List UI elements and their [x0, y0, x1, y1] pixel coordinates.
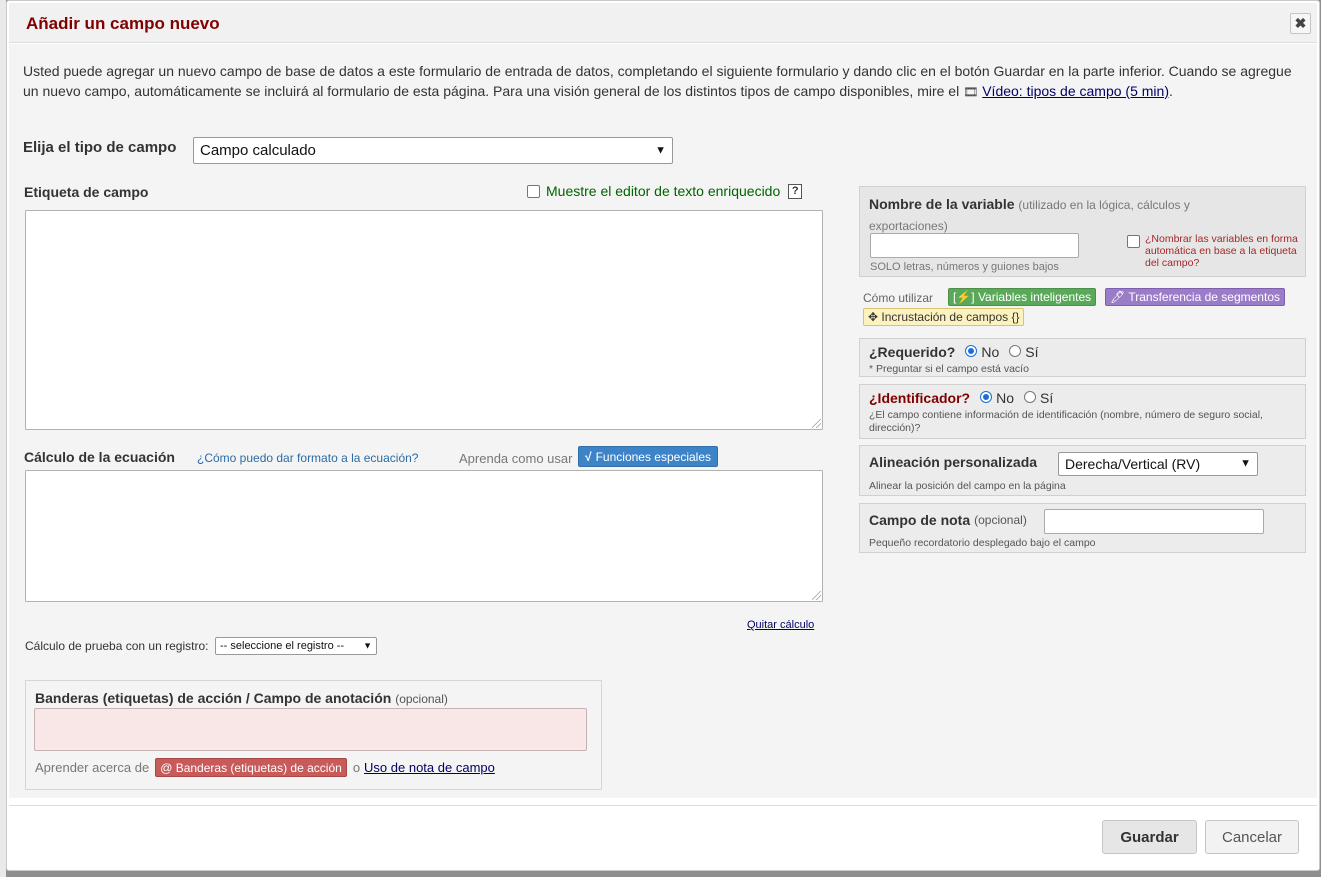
rich-text-toggle: Muestre el editor de texto enriquecido ? [527, 183, 803, 199]
field-type-select[interactable]: Campo calculado ▼ [193, 137, 673, 164]
rich-text-checkbox[interactable] [527, 184, 540, 198]
how-to-use-label: Cómo utilizar [863, 291, 934, 305]
alignment-select[interactable]: Derecha/Vertical (RV) ▼ [1058, 452, 1258, 476]
rich-text-label[interactable]: Muestre el editor de texto enriquecido [546, 183, 780, 199]
auto-name-label[interactable]: ¿Nombrar las variables en forma automáti… [1145, 233, 1305, 269]
alignment-value: Derecha/Vertical (RV) [1065, 456, 1201, 472]
chevron-down-icon: ▼ [363, 640, 372, 651]
special-functions-button[interactable]: √ Funciones especiales [578, 446, 718, 467]
action-tags-badge-button[interactable]: @ Banderas (etiquetas) de acción [155, 758, 347, 777]
field-note-input[interactable] [1044, 509, 1264, 534]
test-record-select[interactable]: -- seleccione el registro -- ▼ [215, 637, 377, 655]
field-note-panel: Campo de nota (opcional) Pequeño recorda… [859, 503, 1306, 553]
field-type-value: Campo calculado [200, 142, 316, 159]
cancel-button[interactable]: Cancelar [1205, 820, 1299, 854]
action-tags-panel: Banderas (etiquetas) de acción / Campo d… [25, 680, 602, 790]
remove-calc-link[interactable]: Quitar cálculo [747, 619, 814, 631]
sqrt-icon: √ [585, 449, 592, 464]
chevron-down-icon: ▼ [1240, 457, 1251, 470]
field-note-title: Campo de nota (opcional) [869, 512, 1027, 528]
variable-name-hint: SOLO letras, números y guiones bajos [870, 261, 1059, 273]
piping-button[interactable]: 🖊 Transferencia de segmentos [1105, 288, 1285, 306]
intro-text: Usted puede agregar un nuevo campo de ba… [23, 61, 1293, 102]
identifier-subtext: ¿El campo contiene información de identi… [869, 409, 1263, 434]
intro-end: . [1168, 83, 1173, 99]
field-label-heading: Etiqueta de campo [24, 184, 149, 200]
dialog-content: Usted puede agregar un nuevo campo de ba… [9, 44, 1317, 798]
calc-format-help-link[interactable]: ¿Cómo puedo dar formato a la ecuación? [197, 451, 418, 465]
required-subtext: * Preguntar si el campo está vacío [869, 363, 1029, 375]
action-tags-input[interactable] [34, 708, 587, 751]
test-record-value: -- seleccione el registro -- [220, 640, 345, 652]
identifier-title: ¿Identificador? No Sí [869, 390, 1053, 406]
test-calc-label: Cálculo de prueba con un registro: [25, 639, 209, 653]
identifier-panel: ¿Identificador? No Sí ¿El campo contiene… [859, 384, 1306, 439]
required-title: ¿Requerido? No Sí [869, 344, 1038, 360]
identifier-no-radio[interactable] [980, 391, 993, 403]
action-tags-footer: Aprender acerca de @ Banderas (etiquetas… [35, 758, 495, 777]
identifier-yes-radio[interactable] [1024, 391, 1037, 403]
alignment-title: Alineación personalizada [869, 454, 1038, 470]
alignment-panel: Alineación personalizada Derecha/Vertica… [859, 445, 1306, 496]
variable-name-input[interactable] [870, 233, 1079, 258]
calc-equation-textarea[interactable] [25, 470, 823, 602]
required-panel: ¿Requerido? No Sí * Preguntar si el camp… [859, 338, 1306, 377]
required-no-label[interactable]: No [981, 344, 999, 360]
calc-equation-label: Cálculo de la ecuación [24, 449, 175, 465]
or-text: o [352, 760, 361, 775]
identifier-yes-label[interactable]: Sí [1040, 390, 1053, 406]
field-note-subtext: Pequeño recordatorio desplegado bajo el … [869, 537, 1096, 549]
learn-how-text: Aprenda como usar [459, 451, 573, 466]
field-note-usage-link[interactable]: Uso de nota de campo [364, 760, 495, 775]
chevron-down-icon: ▼ [655, 143, 666, 156]
identifier-title-text: ¿Identificador? [869, 390, 971, 406]
close-icon[interactable]: ✖ [1290, 13, 1311, 34]
action-tags-optional: (opcional) [395, 692, 448, 706]
action-tags-title: Banderas (etiquetas) de acción / Campo d… [35, 690, 448, 706]
help-icon[interactable]: ? [788, 183, 803, 199]
auto-name-checkbox[interactable] [1127, 235, 1140, 248]
alignment-subtext: Alinear la posición del campo en la pági… [869, 480, 1066, 492]
resize-grip-icon[interactable] [812, 591, 821, 600]
field-type-label: Elija el tipo de campo [23, 139, 177, 156]
action-tags-title-text: Banderas (etiquetas) de acción / Campo d… [35, 690, 392, 706]
variable-name-title-text: Nombre de la variable [869, 196, 1015, 212]
required-title-text: ¿Requerido? [869, 344, 956, 360]
film-icon: 🎞 [963, 85, 979, 99]
variable-name-title: Nombre de la variable (utilizado en la l… [869, 194, 1229, 236]
action-tags-learn-text: Aprender acerca de [35, 760, 150, 775]
field-label-textarea[interactable] [25, 210, 823, 430]
resize-grip-icon[interactable] [812, 419, 821, 428]
field-embedding-button[interactable]: ✥ Incrustación de campos {} [863, 308, 1025, 326]
required-no-radio[interactable] [965, 345, 978, 357]
dialog-title: Añadir un campo nuevo [26, 14, 220, 33]
special-functions-label: Funciones especiales [595, 449, 711, 464]
required-yes-label[interactable]: Sí [1025, 344, 1038, 360]
dialog-footer: Guardar Cancelar [9, 805, 1317, 869]
video-field-types-link[interactable]: Vídeo: tipos de campo (5 min) [982, 83, 1169, 99]
smart-variables-button[interactable]: [⚡] Variables inteligentes [948, 288, 1097, 306]
identifier-no-label[interactable]: No [996, 390, 1014, 406]
field-note-title-text: Campo de nota [869, 512, 971, 528]
add-field-dialog: Añadir un campo nuevo ✖ Usted puede agre… [6, 0, 1320, 871]
variable-name-panel: Nombre de la variable (utilizado en la l… [859, 186, 1306, 277]
required-yes-radio[interactable] [1009, 345, 1022, 357]
save-button[interactable]: Guardar [1102, 820, 1197, 854]
field-note-optional: (opcional) [974, 513, 1027, 527]
dialog-titlebar: Añadir un campo nuevo ✖ [9, 3, 1317, 43]
